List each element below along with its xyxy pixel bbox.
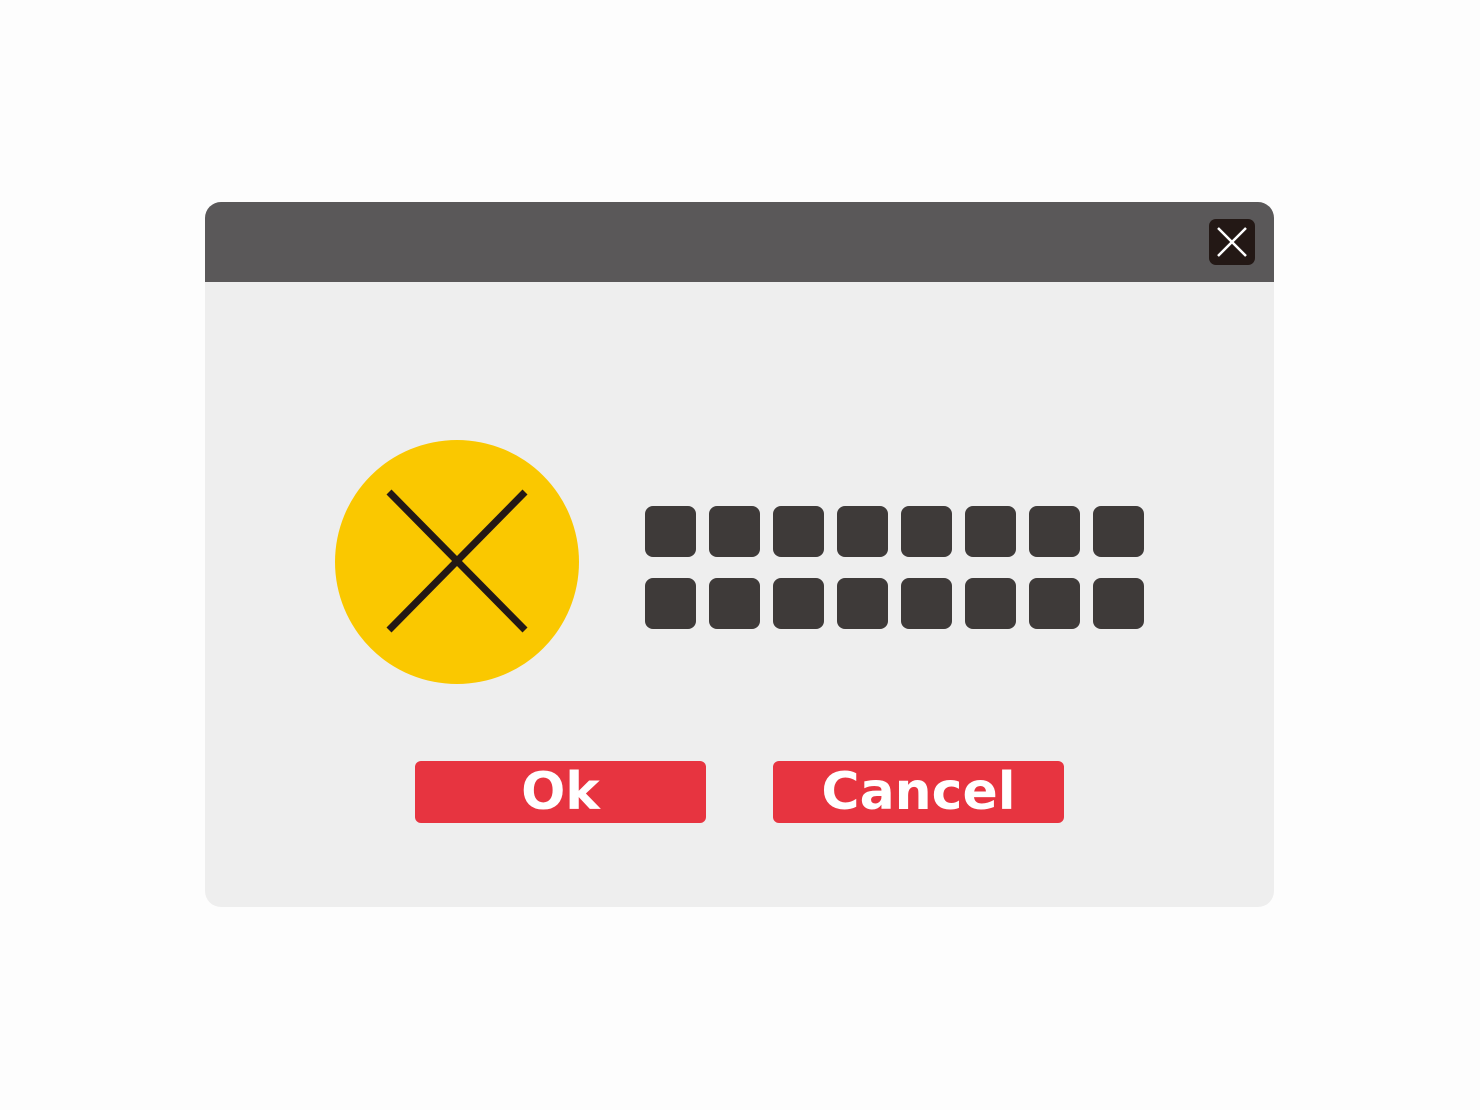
dialog-titlebar[interactable]: [205, 202, 1274, 282]
redacted-char-block: [965, 578, 1016, 629]
page-background: { "colors": { "page_background": "#fdfdf…: [0, 0, 1480, 1110]
close-icon: [1217, 227, 1247, 257]
redacted-char-block: [837, 506, 888, 557]
redacted-char-block: [645, 506, 696, 557]
redacted-char-block: [901, 578, 952, 629]
redacted-char-block: [901, 506, 952, 557]
redacted-char-block: [1093, 506, 1144, 557]
redacted-char-block: [709, 578, 760, 629]
redacted-char-block: [773, 578, 824, 629]
dialog-body: Ok Cancel: [205, 282, 1274, 907]
ok-button[interactable]: Ok: [415, 761, 706, 823]
redacted-char-block: [837, 578, 888, 629]
cancel-button[interactable]: Cancel: [773, 761, 1064, 823]
redacted-char-block: [709, 506, 760, 557]
close-button[interactable]: [1209, 219, 1255, 265]
redacted-char-block: [1029, 506, 1080, 557]
redacted-char-block: [1029, 578, 1080, 629]
redacted-char-block: [1093, 578, 1144, 629]
redacted-message: [645, 506, 1144, 629]
error-x-icon: [335, 440, 579, 684]
error-dialog: Ok Cancel: [205, 202, 1274, 907]
redacted-char-block: [773, 506, 824, 557]
redacted-char-block: [965, 506, 1016, 557]
redacted-char-block: [645, 578, 696, 629]
